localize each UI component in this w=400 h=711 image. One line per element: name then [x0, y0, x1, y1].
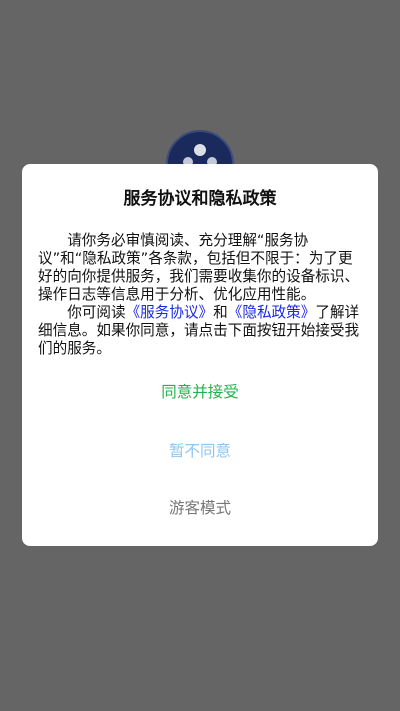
paragraph-2-prefix: 你可阅读	[67, 304, 126, 321]
privacy-dialog: 服务协议和隐私政策 请你务必审慎阅读、充分理解“服务协议”和“隐私政策”各条款，…	[22, 164, 378, 546]
agree-button[interactable]: 同意并接受	[22, 381, 378, 403]
disagree-button[interactable]: 暂不同意	[22, 440, 378, 462]
and-text: 和	[213, 304, 228, 321]
policy-paragraph-2: 你可阅读《服务协议》和《隐私政策》了解详细信息。如果你同意，请点击下面按钮开始接…	[38, 304, 366, 358]
privacy-policy-link[interactable]: 《隐私政策》	[228, 304, 316, 321]
dialog-body: 请你务必审慎阅读、充分理解“服务协议”和“隐私政策”各条款，包括但不限于：为了更…	[38, 232, 366, 358]
policy-paragraph-1: 请你务必审慎阅读、充分理解“服务协议”和“隐私政策”各条款，包括但不限于：为了更…	[38, 232, 360, 303]
dialog-title: 服务协议和隐私政策	[123, 189, 277, 209]
service-agreement-link[interactable]: 《服务协议》	[126, 304, 214, 321]
guest-mode-button[interactable]: 游客模式	[22, 497, 378, 519]
